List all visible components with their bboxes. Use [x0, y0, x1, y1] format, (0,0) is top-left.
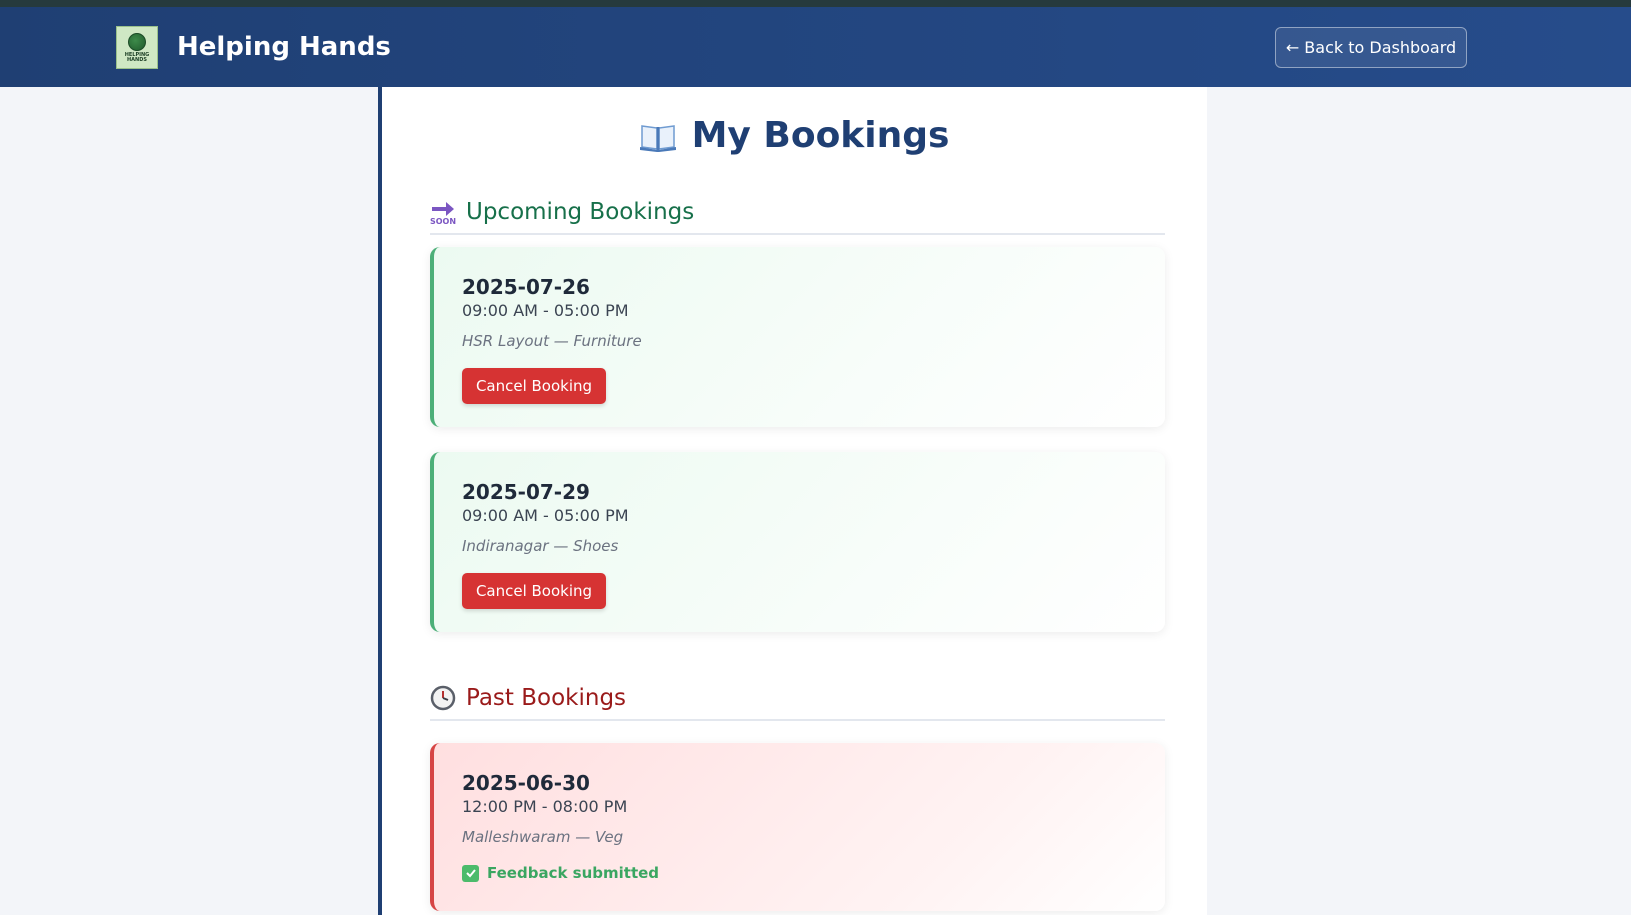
check-mark-icon [462, 864, 479, 882]
soon-arrow-icon: SOON [430, 199, 456, 226]
booking-card: 2025-07-29 09:00 AM - 05:00 PM Indiranag… [430, 452, 1165, 632]
booking-location: HSR Layout — Furniture [462, 332, 642, 350]
feedback-status: Feedback submitted [462, 864, 1137, 882]
logo: HELPING HANDS [116, 26, 158, 69]
soon-icon-text: SOON [430, 217, 456, 225]
past-heading-text: Past Bookings [466, 685, 627, 711]
brand-name: Helping Hands [177, 32, 391, 62]
page-title-text: My Bookings [691, 115, 950, 156]
booking-location: Malleshwaram — Veg [462, 828, 624, 846]
cancel-booking-button[interactable]: Cancel Booking [462, 368, 606, 404]
upcoming-bookings-heading: SOON Upcoming Bookings [430, 191, 1165, 235]
booking-date: 2025-06-30 [462, 771, 590, 795]
booking-card: 2025-06-30 12:00 PM - 08:00 PM Malleshwa… [430, 743, 1165, 911]
back-to-dashboard-button[interactable]: ← Back to Dashboard [1275, 27, 1467, 68]
bookings-panel: My Bookings SOON Upcoming Bookings 2025-… [378, 87, 1207, 915]
booking-card: 2025-07-26 09:00 AM - 05:00 PM HSR Layou… [430, 247, 1165, 427]
clock-icon [430, 685, 456, 711]
booking-time: 12:00 PM - 08:00 PM [462, 797, 628, 816]
navbar: HELPING HANDS Helping Hands ← Back to Da… [0, 7, 1631, 87]
open-book-icon [639, 120, 676, 152]
window-top-strip [0, 0, 1631, 7]
booking-time: 09:00 AM - 05:00 PM [462, 301, 629, 320]
globe-icon [128, 32, 146, 51]
booking-date: 2025-07-29 [462, 480, 590, 504]
past-bookings-heading: Past Bookings [430, 677, 1165, 721]
feedback-status-text: Feedback submitted [487, 864, 660, 882]
booking-location: Indiranagar — Shoes [462, 537, 619, 555]
upcoming-heading-text: Upcoming Bookings [466, 199, 695, 225]
booking-time: 09:00 AM - 05:00 PM [462, 506, 629, 525]
page-title: My Bookings [382, 115, 1207, 156]
cancel-booking-button[interactable]: Cancel Booking [462, 573, 606, 609]
logo-text: HELPING HANDS [124, 51, 150, 63]
booking-date: 2025-07-26 [462, 275, 590, 299]
